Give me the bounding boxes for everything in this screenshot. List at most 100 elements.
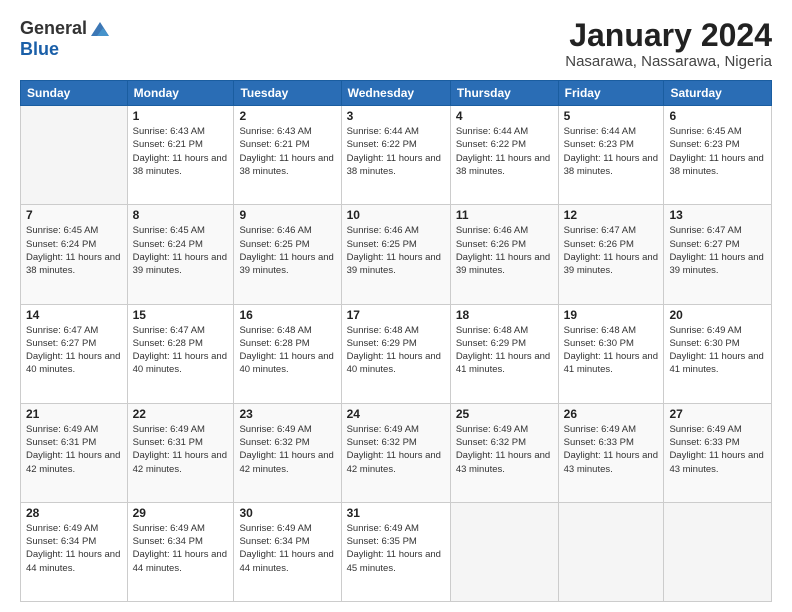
day-info: Sunrise: 6:49 AMSunset: 6:35 PMDaylight:… [347,522,445,575]
day-info: Sunrise: 6:47 AMSunset: 6:27 PMDaylight:… [26,324,122,377]
day-number: 11 [456,208,553,222]
calendar-week-row: 21 Sunrise: 6:49 AMSunset: 6:31 PMDayligh… [21,403,772,502]
day-info: Sunrise: 6:48 AMSunset: 6:30 PMDaylight:… [564,324,659,377]
calendar-day-cell [21,106,128,205]
calendar-day-cell: 23 Sunrise: 6:49 AMSunset: 6:32 PMDayligh… [234,403,341,502]
day-number: 3 [347,109,445,123]
calendar-day-cell: 5 Sunrise: 6:44 AMSunset: 6:23 PMDaylight… [558,106,664,205]
day-number: 18 [456,308,553,322]
calendar-day-cell: 24 Sunrise: 6:49 AMSunset: 6:32 PMDayligh… [341,403,450,502]
day-of-week-header: Monday [127,81,234,106]
day-number: 19 [564,308,659,322]
calendar-day-cell: 14 Sunrise: 6:47 AMSunset: 6:27 PMDayligh… [21,304,128,403]
day-of-week-header: Sunday [21,81,128,106]
day-info: Sunrise: 6:49 AMSunset: 6:34 PMDaylight:… [239,522,335,575]
calendar-day-cell: 8 Sunrise: 6:45 AMSunset: 6:24 PMDaylight… [127,205,234,304]
calendar-day-cell: 29Sunrise: 6:49 AMSunset: 6:34 PMDayligh… [127,502,234,601]
calendar-day-cell: 19 Sunrise: 6:48 AMSunset: 6:30 PMDayligh… [558,304,664,403]
header: General Blue January 2024 Nasarawa, Nass… [20,18,772,70]
logo-general-text: General [20,18,87,39]
day-info: Sunrise: 6:48 AMSunset: 6:28 PMDaylight:… [239,324,335,377]
day-info: Sunrise: 6:47 AMSunset: 6:28 PMDaylight:… [133,324,229,377]
day-of-week-header: Saturday [664,81,772,106]
calendar-header-row: SundayMondayTuesdayWednesdayThursdayFrid… [21,81,772,106]
day-number: 31 [347,506,445,520]
day-info: Sunrise: 6:46 AMSunset: 6:26 PMDaylight:… [456,224,553,277]
day-info: Sunrise: 6:49 AMSunset: 6:33 PMDaylight:… [669,423,766,476]
calendar-day-cell: 11 Sunrise: 6:46 AMSunset: 6:26 PMDayligh… [450,205,558,304]
calendar-day-cell: 27Sunrise: 6:49 AMSunset: 6:33 PMDayligh… [664,403,772,502]
day-info: Sunrise: 6:49 AMSunset: 6:33 PMDaylight:… [564,423,659,476]
day-info: Sunrise: 6:49 AMSunset: 6:32 PMDaylight:… [347,423,445,476]
day-info: Sunrise: 6:49 AMSunset: 6:32 PMDaylight:… [456,423,553,476]
calendar-day-cell: 17 Sunrise: 6:48 AMSunset: 6:29 PMDayligh… [341,304,450,403]
day-number: 26 [564,407,659,421]
day-info: Sunrise: 6:43 AMSunset: 6:21 PMDaylight:… [239,125,335,178]
day-number: 9 [239,208,335,222]
day-number: 6 [669,109,766,123]
day-of-week-header: Tuesday [234,81,341,106]
day-number: 25 [456,407,553,421]
page: General Blue January 2024 Nasarawa, Nass… [0,0,792,612]
day-of-week-header: Thursday [450,81,558,106]
day-number: 15 [133,308,229,322]
day-of-week-header: Wednesday [341,81,450,106]
logo: General Blue [20,18,111,60]
day-number: 17 [347,308,445,322]
logo-icon [89,20,111,38]
day-number: 14 [26,308,122,322]
day-info: Sunrise: 6:47 AMSunset: 6:26 PMDaylight:… [564,224,659,277]
calendar-day-cell: 16 Sunrise: 6:48 AMSunset: 6:28 PMDayligh… [234,304,341,403]
day-info: Sunrise: 6:49 AMSunset: 6:30 PMDaylight:… [669,324,766,377]
day-info: Sunrise: 6:49 AMSunset: 6:31 PMDaylight:… [26,423,122,476]
day-number: 7 [26,208,122,222]
calendar-day-cell: 9 Sunrise: 6:46 AMSunset: 6:25 PMDaylight… [234,205,341,304]
calendar-day-cell: 7 Sunrise: 6:45 AMSunset: 6:24 PMDaylight… [21,205,128,304]
day-info: Sunrise: 6:45 AMSunset: 6:24 PMDaylight:… [133,224,229,277]
day-info: Sunrise: 6:45 AMSunset: 6:23 PMDaylight:… [669,125,766,178]
calendar-day-cell: 1Sunrise: 6:43 AMSunset: 6:21 PMDaylight… [127,106,234,205]
calendar-day-cell: 6 Sunrise: 6:45 AMSunset: 6:23 PMDaylight… [664,106,772,205]
calendar-day-cell: 4Sunrise: 6:44 AMSunset: 6:22 PMDaylight… [450,106,558,205]
calendar-day-cell: 20 Sunrise: 6:49 AMSunset: 6:30 PMDayligh… [664,304,772,403]
day-number: 29 [133,506,229,520]
day-number: 30 [239,506,335,520]
calendar-week-row: 14 Sunrise: 6:47 AMSunset: 6:27 PMDayligh… [21,304,772,403]
day-number: 21 [26,407,122,421]
day-info: Sunrise: 6:49 AMSunset: 6:31 PMDaylight:… [133,423,229,476]
day-info: Sunrise: 6:45 AMSunset: 6:24 PMDaylight:… [26,224,122,277]
calendar-day-cell [450,502,558,601]
calendar-week-row: 28Sunrise: 6:49 AMSunset: 6:34 PMDayligh… [21,502,772,601]
calendar-day-cell: 31 Sunrise: 6:49 AMSunset: 6:35 PMDayligh… [341,502,450,601]
day-number: 24 [347,407,445,421]
calendar-day-cell: 30 Sunrise: 6:49 AMSunset: 6:34 PMDayligh… [234,502,341,601]
location: Nasarawa, Nassarawa, Nigeria [565,53,772,70]
day-number: 8 [133,208,229,222]
calendar-day-cell: 25 Sunrise: 6:49 AMSunset: 6:32 PMDayligh… [450,403,558,502]
calendar-day-cell: 12Sunrise: 6:47 AMSunset: 6:26 PMDayligh… [558,205,664,304]
calendar-day-cell: 10Sunrise: 6:46 AMSunset: 6:25 PMDayligh… [341,205,450,304]
day-of-week-header: Friday [558,81,664,106]
day-info: Sunrise: 6:44 AMSunset: 6:22 PMDaylight:… [456,125,553,178]
day-info: Sunrise: 6:48 AMSunset: 6:29 PMDaylight:… [347,324,445,377]
day-number: 2 [239,109,335,123]
day-number: 13 [669,208,766,222]
calendar-day-cell: 15 Sunrise: 6:47 AMSunset: 6:28 PMDayligh… [127,304,234,403]
calendar-day-cell: 2 Sunrise: 6:43 AMSunset: 6:21 PMDaylight… [234,106,341,205]
day-info: Sunrise: 6:46 AMSunset: 6:25 PMDaylight:… [239,224,335,277]
calendar: SundayMondayTuesdayWednesdayThursdayFrid… [20,80,772,602]
day-number: 10 [347,208,445,222]
calendar-day-cell: 28Sunrise: 6:49 AMSunset: 6:34 PMDayligh… [21,502,128,601]
day-info: Sunrise: 6:44 AMSunset: 6:22 PMDaylight:… [347,125,445,178]
calendar-week-row: 7 Sunrise: 6:45 AMSunset: 6:24 PMDaylight… [21,205,772,304]
day-info: Sunrise: 6:49 AMSunset: 6:32 PMDaylight:… [239,423,335,476]
day-number: 5 [564,109,659,123]
day-number: 23 [239,407,335,421]
day-info: Sunrise: 6:48 AMSunset: 6:29 PMDaylight:… [456,324,553,377]
day-info: Sunrise: 6:44 AMSunset: 6:23 PMDaylight:… [564,125,659,178]
day-number: 22 [133,407,229,421]
day-info: Sunrise: 6:43 AMSunset: 6:21 PMDaylight:… [133,125,229,178]
day-number: 16 [239,308,335,322]
title-block: January 2024 Nasarawa, Nassarawa, Nigeri… [565,18,772,70]
day-number: 20 [669,308,766,322]
